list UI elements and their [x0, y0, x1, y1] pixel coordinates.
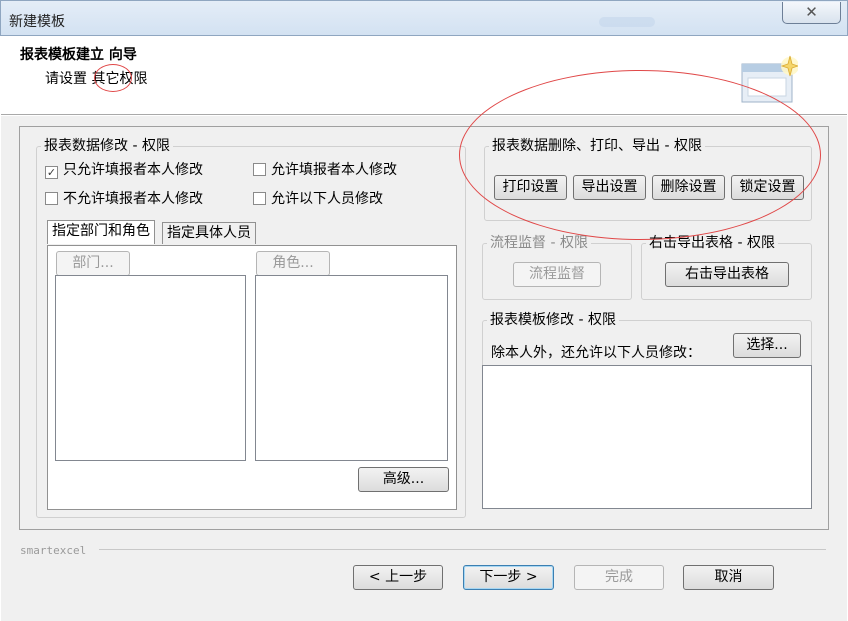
allow-self-modify-checkbox[interactable]: 允许填报者本人修改 — [253, 162, 397, 178]
disallow-self-modify-checkbox[interactable]: 不允许填报者本人修改 — [45, 191, 203, 207]
template-modify-legend: 报表模板修改 - 权限 — [487, 312, 619, 328]
checkbox-label: 允许以下人员修改 — [271, 191, 383, 207]
print-settings-button[interactable]: 打印设置 — [494, 175, 567, 200]
content-panel: 报表数据修改 - 权限 ✓ 只允许填报者本人修改 允许填报者本人修改 不允许填报者… — [19, 126, 829, 530]
wizard-header: 报表模板建立 向导 请设置 其它权限 — [1, 36, 847, 115]
flow-supervision-button[interactable]: 流程监督 — [513, 262, 601, 287]
right-click-export-button[interactable]: 右击导出表格 — [665, 262, 789, 287]
flow-supervision-group: 流程监督 - 权限 流程监督 — [482, 235, 632, 300]
wizard-title: 报表模板建立 向导 — [20, 47, 137, 63]
checkbox-box — [45, 192, 58, 205]
footer-separator — [99, 549, 826, 550]
checkbox-box — [253, 163, 266, 176]
allow-following-modify-checkbox[interactable]: 允许以下人员修改 — [253, 191, 383, 207]
title-bar-decoration — [599, 17, 655, 27]
template-modify-label: 除本人外，还允许以下人员修改： — [491, 345, 701, 361]
template-people-list[interactable] — [482, 365, 812, 509]
export-settings-button[interactable]: 导出设置 — [573, 175, 646, 200]
flow-supervision-legend: 流程监督 - 权限 — [487, 235, 591, 251]
tab-dept-role[interactable]: 指定部门和角色 — [47, 220, 155, 244]
title-bar: 新建模板 ✕ — [0, 0, 848, 36]
wizard-subtitle: 请设置 其它权限 — [45, 71, 148, 87]
lock-settings-button[interactable]: 锁定设置 — [731, 175, 804, 200]
finish-button[interactable]: 完成 — [574, 565, 664, 590]
dept-list[interactable] — [55, 275, 246, 461]
right-click-export-group: 右击导出表格 - 权限 右击导出表格 — [641, 235, 812, 300]
delete-print-export-group: 报表数据删除、打印、导出 - 权限 打印设置 导出设置 删除设置 锁定设置 — [484, 138, 812, 221]
data-modify-group: 报表数据修改 - 权限 ✓ 只允许填报者本人修改 允许填报者本人修改 不允许填报者… — [36, 138, 466, 518]
checkmark-icon: ✓ — [45, 166, 58, 179]
next-button[interactable]: 下一步 > — [463, 565, 554, 590]
modify-tabs: 指定部门和角色 指定具体人员 — [47, 220, 457, 246]
role-list[interactable] — [255, 275, 448, 461]
advanced-button[interactable]: 高级... — [358, 467, 449, 492]
wizard-body: 报表数据修改 - 权限 ✓ 只允许填报者本人修改 允许填报者本人修改 不允许填报者… — [1, 116, 847, 621]
select-people-button[interactable]: 选择... — [733, 333, 801, 358]
tab-page-dept-role: 部门... 角色... 高级... — [47, 245, 457, 510]
close-button[interactable]: ✕ — [782, 2, 841, 24]
wizard-icon — [741, 55, 798, 103]
delete-print-export-legend: 报表数据删除、打印、导出 - 权限 — [489, 138, 705, 154]
window-title: 新建模板 — [9, 14, 65, 30]
delete-settings-button[interactable]: 删除设置 — [652, 175, 725, 200]
data-modify-legend: 报表数据修改 - 权限 — [41, 138, 173, 154]
role-button[interactable]: 角色... — [256, 251, 330, 276]
template-modify-group: 报表模板修改 - 权限 除本人外，还允许以下人员修改： 选择... — [482, 312, 812, 509]
checkbox-box — [253, 192, 266, 205]
checkbox-label: 只允许填报者本人修改 — [63, 162, 203, 178]
brand-label: smartexcel — [20, 544, 87, 557]
checkbox-label: 不允许填报者本人修改 — [63, 191, 203, 207]
prev-button[interactable]: < 上一步 — [353, 565, 443, 590]
tab-specific-people[interactable]: 指定具体人员 — [162, 222, 256, 244]
cancel-button[interactable]: 取消 — [683, 565, 774, 590]
dept-button[interactable]: 部门... — [56, 251, 130, 276]
only-self-modify-checkbox[interactable]: ✓ 只允许填报者本人修改 — [45, 162, 203, 179]
checkbox-label: 允许填报者本人修改 — [271, 162, 397, 178]
right-click-export-legend: 右击导出表格 - 权限 — [646, 235, 778, 251]
